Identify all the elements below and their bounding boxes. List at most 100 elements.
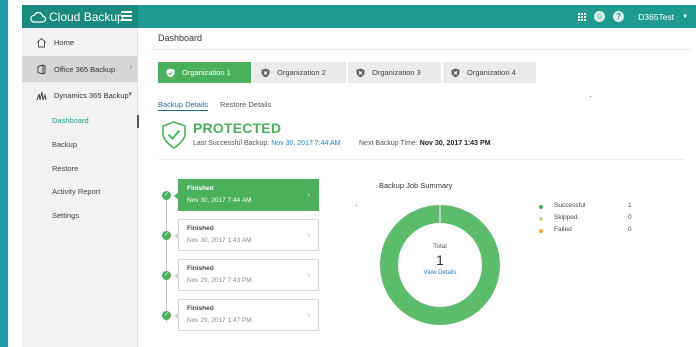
tab-organization-4[interactable]: Organization 4 bbox=[443, 62, 536, 83]
check-icon: ✓ bbox=[162, 231, 171, 240]
card-notch bbox=[174, 232, 179, 240]
view-details-link[interactable]: View Details bbox=[379, 270, 501, 276]
chevron-down-icon[interactable]: ▼ bbox=[682, 14, 688, 20]
job-date: Nov 30, 2017 7:44 AM bbox=[187, 197, 252, 204]
check-icon: ✓ bbox=[162, 311, 171, 320]
tab-backup-details[interactable]: Backup Details bbox=[158, 100, 209, 111]
last-backup-label: Last Successful Backup: bbox=[193, 140, 270, 147]
summary-title: Backup Job Summary bbox=[379, 181, 453, 190]
job-status: Finished bbox=[187, 265, 214, 272]
sidebar-item-home[interactable]: Home bbox=[22, 29, 138, 55]
brand-name: Cloud Backup bbox=[49, 9, 124, 24]
job-status: Finished bbox=[187, 225, 214, 232]
legend-dot bbox=[539, 205, 543, 209]
divider bbox=[158, 159, 685, 160]
shield-x-icon bbox=[451, 68, 460, 77]
card-notch bbox=[174, 192, 179, 200]
tab-restore-details[interactable]: Restore Details bbox=[220, 100, 271, 111]
shield-check-icon bbox=[166, 68, 175, 77]
shield-x-icon bbox=[356, 68, 365, 77]
sidebar-item-label: Dashboard bbox=[52, 116, 89, 125]
help-icon[interactable]: ? bbox=[613, 11, 625, 22]
sidebar-item-activity-report[interactable]: Activity Report bbox=[22, 181, 138, 203]
legend-value: 0 bbox=[628, 214, 632, 221]
shield-x-icon bbox=[261, 68, 270, 77]
last-backup: Last Successful Backup: Nov 30, 2017 7:4… bbox=[193, 140, 341, 147]
chevron-right-icon: › bbox=[307, 192, 310, 199]
tab-organization-2[interactable]: Organization 2 bbox=[253, 62, 346, 83]
sidebar-item-office365-backup[interactable]: Office 365 Backup › bbox=[22, 56, 138, 82]
organization-tabs: Organization 1 Organization 2 Organizati… bbox=[158, 62, 536, 83]
next-backup-value: Nov 30, 2017 1:43 PM bbox=[419, 140, 491, 147]
chevron-right-icon: › bbox=[307, 232, 310, 239]
legend-item-successful: Successful 1 bbox=[539, 202, 639, 214]
legend-dot bbox=[539, 217, 543, 221]
dynamics-icon bbox=[36, 91, 47, 100]
feedback-icon[interactable]: ☺ bbox=[594, 11, 606, 22]
office-icon bbox=[37, 63, 46, 75]
home-icon bbox=[36, 37, 47, 47]
top-bar: Cloud Backup ☺ ? D365Test ▼ bbox=[22, 5, 696, 28]
chevron-right-icon: › bbox=[307, 272, 310, 279]
job-status: Finished bbox=[187, 305, 214, 312]
legend-label: Skipped bbox=[554, 214, 578, 221]
job-card[interactable]: Finished Nov 29, 2017 7:43 PM › bbox=[174, 259, 319, 291]
timeline-line bbox=[166, 196, 167, 322]
legend-value: 0 bbox=[628, 226, 632, 233]
legend-dot bbox=[539, 229, 543, 233]
total-value: 1 bbox=[436, 252, 444, 268]
card-notch bbox=[174, 272, 179, 280]
job-date: Nov 30, 2017 1:43 AM bbox=[187, 237, 252, 244]
main-content: Dashboard Organization 1 Organization 2 bbox=[139, 28, 696, 347]
legend-label: Failed bbox=[554, 226, 572, 233]
donut-center: Total 1 View Details bbox=[379, 243, 501, 276]
tab-organization-3[interactable]: Organization 3 bbox=[348, 62, 441, 83]
sidebar-item-label: Home bbox=[54, 37, 75, 47]
tab-organization-1[interactable]: Organization 1 bbox=[158, 62, 251, 83]
status-protected: PROTECTED bbox=[193, 120, 282, 136]
cloud-icon bbox=[30, 11, 46, 23]
sidebar-item-restore[interactable]: Restore bbox=[22, 158, 138, 180]
card-notch bbox=[174, 312, 179, 320]
next-backup: Next Backup Time: Nov 30, 2017 1:43 PM bbox=[359, 140, 491, 147]
job-status: Finished bbox=[187, 185, 214, 192]
detail-tabs: Backup Details Restore Details bbox=[158, 100, 271, 111]
stray-dot bbox=[356, 205, 357, 206]
chevron-right-icon: › bbox=[307, 312, 310, 319]
sidebar-item-backup[interactable]: Backup bbox=[22, 134, 138, 156]
sidebar-item-settings[interactable]: Settings bbox=[22, 205, 138, 227]
tab-label: Organization 3 bbox=[372, 68, 421, 77]
menu-toggle-icon[interactable] bbox=[121, 11, 132, 21]
user-menu[interactable]: D365Test bbox=[638, 12, 674, 22]
sidebar-item-dynamics365-backup[interactable]: Dynamics 365 Backup ▾ bbox=[22, 82, 138, 108]
outer-frame bbox=[0, 0, 8, 347]
sidebar-item-label: Office 365 Backup bbox=[54, 64, 116, 74]
sidebar: Home Office 365 Backup › Dynamics 365 Ba… bbox=[22, 28, 139, 347]
legend-item-failed: Failed 0 bbox=[539, 226, 639, 238]
apps-grid-icon[interactable] bbox=[577, 12, 586, 21]
job-date: Nov 29, 2017 1:47 PM bbox=[187, 317, 252, 324]
sidebar-item-label: Dynamics 365 Backup bbox=[54, 90, 129, 100]
summary-legend: Successful 1 Skipped 0 Failed 0 bbox=[539, 202, 639, 238]
job-card[interactable]: Finished Nov 30, 2017 1:43 AM › bbox=[174, 219, 319, 251]
page-title: Dashboard bbox=[158, 33, 203, 43]
outer-frame-gap bbox=[8, 0, 22, 347]
tab-label: Organization 4 bbox=[467, 68, 516, 77]
tab-label: Organization 1 bbox=[182, 68, 231, 77]
chevron-right-icon: › bbox=[129, 64, 132, 71]
top-bar-actions: ☺ ? D365Test ▼ bbox=[577, 5, 688, 28]
legend-item-skipped: Skipped 0 bbox=[539, 214, 639, 226]
legend-value: 1 bbox=[628, 202, 632, 209]
check-icon: ✓ bbox=[162, 271, 171, 280]
shield-check-icon bbox=[162, 121, 186, 149]
next-backup-label: Next Backup Time: bbox=[359, 140, 418, 147]
sidebar-item-dashboard[interactable]: Dashboard bbox=[22, 110, 139, 132]
app-window: Cloud Backup ☺ ? D365Test ▼ Home Office … bbox=[0, 0, 696, 347]
job-card[interactable]: Finished Nov 29, 2017 1:47 PM › bbox=[174, 299, 319, 331]
total-label: Total bbox=[433, 243, 447, 250]
job-card[interactable]: Finished Nov 30, 2017 7:44 AM › bbox=[174, 179, 319, 211]
check-icon: ✓ bbox=[162, 191, 171, 200]
job-date: Nov 29, 2017 7:43 PM bbox=[187, 277, 252, 284]
stray-dot bbox=[590, 96, 591, 97]
tab-label: Organization 2 bbox=[277, 68, 326, 77]
